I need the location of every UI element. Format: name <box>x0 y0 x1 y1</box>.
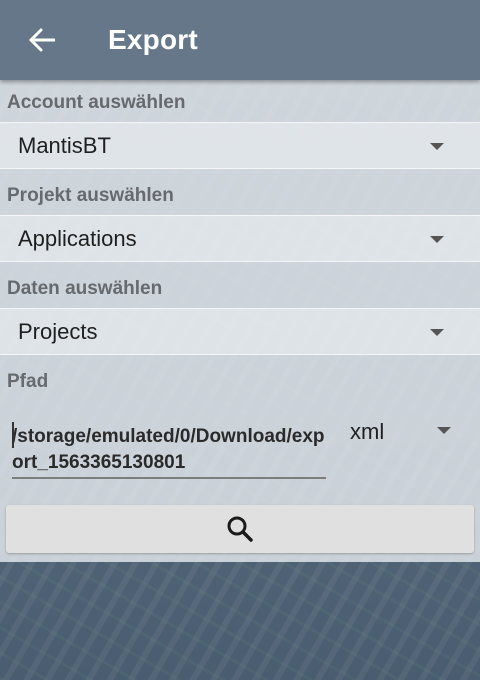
account-value: MantisBT <box>18 132 111 158</box>
format-dropdown-value[interactable]: xml <box>350 419 384 445</box>
chevron-down-icon <box>430 142 444 150</box>
data-value: Projects <box>18 318 98 344</box>
back-button[interactable] <box>26 24 58 56</box>
account-dropdown[interactable]: MantisBT <box>0 122 480 169</box>
project-value: Applications <box>18 225 137 251</box>
path-input[interactable]: /storage/emulated/0/Download/export_1563… <box>12 424 326 476</box>
path-input-underline <box>12 477 326 479</box>
page-title: Export <box>108 24 198 55</box>
path-label: Pfad <box>7 371 49 392</box>
export-form: Account auswählen MantisBT Projekt auswä… <box>0 80 480 562</box>
chevron-down-icon[interactable] <box>437 427 451 434</box>
search-icon <box>227 516 253 542</box>
data-dropdown[interactable]: Projects <box>0 308 480 355</box>
chevron-down-icon <box>430 235 444 243</box>
project-label: Projekt auswählen <box>7 185 174 206</box>
text-cursor <box>12 422 14 448</box>
chevron-down-icon <box>430 328 444 336</box>
app-bar: Export <box>0 0 480 80</box>
arrow-left-icon <box>29 28 55 52</box>
account-label: Account auswählen <box>7 92 186 113</box>
project-dropdown[interactable]: Applications <box>0 215 480 262</box>
search-button[interactable] <box>6 505 474 553</box>
data-label: Daten auswählen <box>7 278 163 299</box>
